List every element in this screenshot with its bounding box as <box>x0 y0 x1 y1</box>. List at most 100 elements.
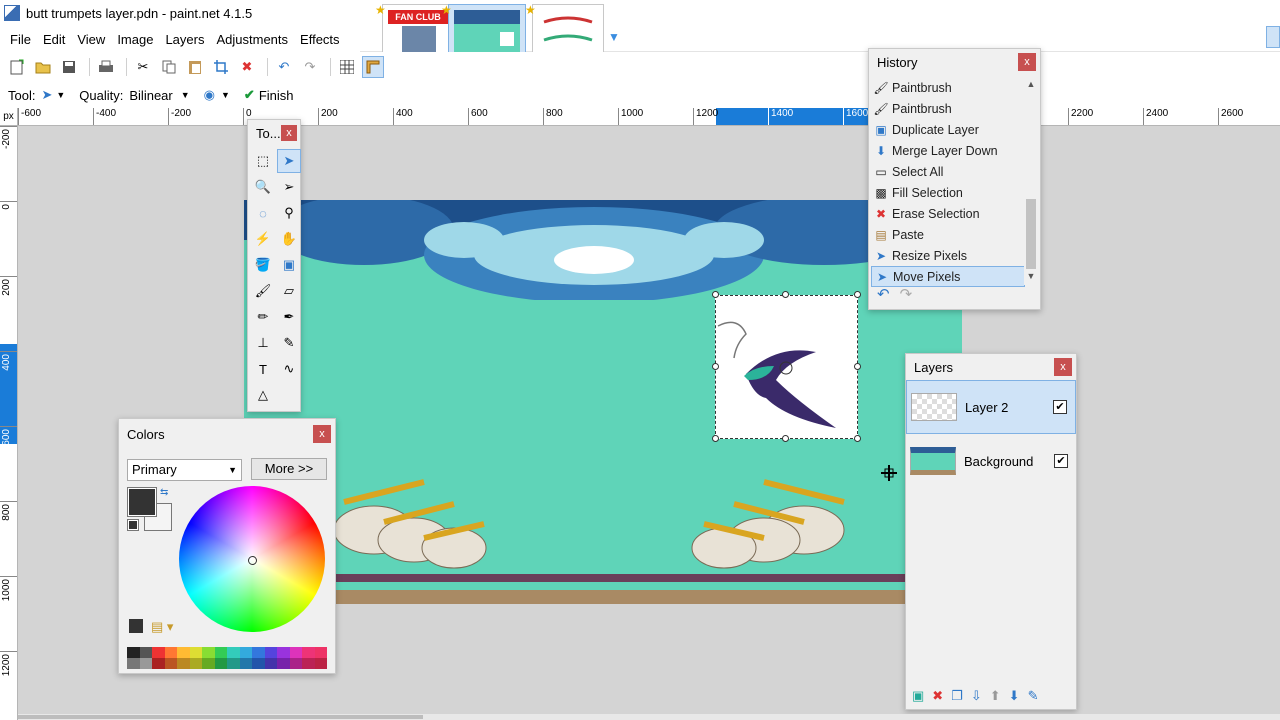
scrollbar-thumb[interactable] <box>1026 199 1036 269</box>
open-folder-icon[interactable] <box>32 56 54 78</box>
undo-icon[interactable]: ↶ <box>877 285 890 303</box>
paintbrush-icon[interactable]: 🖌 <box>251 279 275 303</box>
history-item[interactable]: ▣ Duplicate Layer <box>871 119 1025 140</box>
history-item[interactable]: ✖ Erase Selection <box>871 203 1025 224</box>
close-icon[interactable]: x <box>281 125 297 141</box>
color-picker-icon[interactable]: ✒ <box>277 305 301 329</box>
delete-layer-icon[interactable]: ✖ <box>932 688 943 704</box>
recolor-icon[interactable]: ✎ <box>277 331 301 355</box>
scroll-down-icon[interactable]: ▼ <box>1024 271 1038 285</box>
undo-icon[interactable]: ↶ <box>273 56 295 78</box>
pan-hand-icon[interactable]: ✋ <box>277 227 301 251</box>
close-icon[interactable]: x <box>1054 358 1072 376</box>
color-palette[interactable] <box>127 647 327 669</box>
selection-handle[interactable] <box>712 363 719 370</box>
reset-colors-icon[interactable] <box>127 519 139 531</box>
rectangle-select-icon[interactable]: ⬚ <box>251 149 275 173</box>
history-item[interactable]: 🖌 Paintbrush <box>871 98 1025 119</box>
color-mode-select[interactable]: Primary ▼ <box>127 459 242 481</box>
history-item-selected[interactable]: ➤ Move Pixels <box>871 266 1025 287</box>
redo-icon[interactable]: ↷ <box>900 285 913 303</box>
selection-handle[interactable] <box>782 291 789 298</box>
moved-pixels-selection[interactable] <box>715 295 858 439</box>
history-scrollbar[interactable]: ▲ ▼ <box>1024 79 1038 285</box>
primary-color-swatch[interactable] <box>127 487 157 517</box>
menu-file[interactable]: File <box>4 32 37 47</box>
selection-handle[interactable] <box>854 363 861 370</box>
history-item[interactable]: ▭ Select All <box>871 161 1025 182</box>
finish-button[interactable]: Finish <box>259 88 294 103</box>
rulers-icon[interactable] <box>362 56 384 78</box>
pencil-icon[interactable]: ✏ <box>251 305 275 329</box>
paint-bucket-icon[interactable]: 🪣 <box>251 253 275 277</box>
window-list-chip[interactable] <box>1266 26 1280 48</box>
zoom-icon[interactable]: 🔍 <box>251 175 275 199</box>
selection-handle[interactable] <box>782 435 789 442</box>
paste-icon[interactable] <box>184 56 206 78</box>
history-item[interactable]: ➤ Resize Pixels <box>871 245 1025 266</box>
layer-visibility-checkbox[interactable]: ✔ <box>1054 454 1068 468</box>
selection-handle[interactable] <box>712 435 719 442</box>
move-selected-pixels-icon[interactable]: ➤ <box>41 87 52 103</box>
add-layer-icon[interactable]: ▣ <box>912 688 924 704</box>
deselect-icon[interactable]: ✖ <box>236 56 258 78</box>
ellipse-select-icon[interactable]: ◌ <box>251 201 275 225</box>
selection-handle[interactable] <box>854 291 861 298</box>
layer-item-background[interactable]: Background ✔ <box>906 434 1076 488</box>
menu-effects[interactable]: Effects <box>294 32 346 47</box>
layer-item-layer-2[interactable]: Layer 2 ✔ <box>906 380 1076 434</box>
grid-icon[interactable] <box>336 56 358 78</box>
history-item[interactable]: ▤ Paste <box>871 224 1025 245</box>
selection-handle[interactable] <box>712 291 719 298</box>
line-curve-icon[interactable]: ∿ <box>277 357 301 381</box>
add-to-palette-icon[interactable] <box>129 619 143 633</box>
new-image-icon[interactable] <box>6 56 28 78</box>
menu-view[interactable]: View <box>71 32 111 47</box>
scroll-up-icon[interactable]: ▲ <box>1024 79 1038 93</box>
more-colors-button[interactable]: More >> <box>251 458 327 480</box>
tool-dropdown-caret-icon[interactable]: ▼ <box>56 90 65 100</box>
finish-check-icon[interactable]: ✔ <box>244 87 255 103</box>
move-layer-up-icon[interactable]: ⬆ <box>990 688 1001 704</box>
cut-icon[interactable]: ✂ <box>132 56 154 78</box>
canvas-horizontal-scrollbar[interactable] <box>18 714 1280 720</box>
move-selection-icon[interactable]: ➢ <box>277 175 301 199</box>
menu-edit[interactable]: Edit <box>37 32 71 47</box>
layer-properties-icon[interactable]: ✎ <box>1028 688 1039 704</box>
selection-handle[interactable] <box>854 435 861 442</box>
history-item[interactable]: ⬇ Merge Layer Down <box>871 140 1025 161</box>
move-layer-down-icon[interactable]: ⬇ <box>1009 688 1020 704</box>
menu-image[interactable]: Image <box>111 32 159 47</box>
scrollbar-thumb[interactable] <box>18 715 423 719</box>
save-icon[interactable] <box>58 56 80 78</box>
magnifier-icon[interactable]: ⚲ <box>277 201 301 225</box>
history-item[interactable]: ▩ Fill Selection <box>871 182 1025 203</box>
merge-layer-down-icon[interactable]: ⇩ <box>971 688 982 704</box>
quality-dropdown-caret-icon[interactable]: ▼ <box>181 90 190 100</box>
eraser-icon[interactable]: ▱ <box>277 279 301 303</box>
history-item[interactable]: 🖌 Paintbrush <box>871 77 1025 98</box>
print-icon[interactable] <box>95 56 117 78</box>
layer-visibility-checkbox[interactable]: ✔ <box>1053 400 1067 414</box>
redo-icon[interactable]: ↷ <box>299 56 321 78</box>
menu-adjustments[interactable]: Adjustments <box>210 32 294 47</box>
text-icon[interactable]: T <box>251 357 275 381</box>
tab-list-dropdown-icon[interactable]: ▼ <box>608 30 620 44</box>
shapes-icon[interactable]: △ <box>251 383 275 407</box>
close-icon[interactable]: x <box>313 425 331 443</box>
copy-icon[interactable] <box>158 56 180 78</box>
gradient-icon[interactable]: ▣ <box>277 253 301 277</box>
swap-colors-icon[interactable]: ⇆ <box>160 487 168 498</box>
clone-stamp-icon[interactable]: ⊥ <box>251 331 275 355</box>
close-icon[interactable]: x <box>1018 53 1036 71</box>
quality-select[interactable]: Bilinear <box>129 88 172 103</box>
color-wheel-picker[interactable] <box>248 556 257 565</box>
move-selected-pixels-icon[interactable]: ➤ <box>277 149 301 173</box>
menu-layers[interactable]: Layers <box>159 32 210 47</box>
palette-menu-icon[interactable]: ▤ ▾ <box>151 619 173 635</box>
duplicate-layer-icon[interactable]: ❐ <box>951 688 963 704</box>
selection-mode-caret-icon[interactable]: ▼ <box>221 90 230 100</box>
magic-wand-icon[interactable]: ⚡ <box>251 227 275 251</box>
crop-to-selection-icon[interactable] <box>210 56 232 78</box>
selection-mode-icon[interactable]: ◉ <box>204 87 215 103</box>
